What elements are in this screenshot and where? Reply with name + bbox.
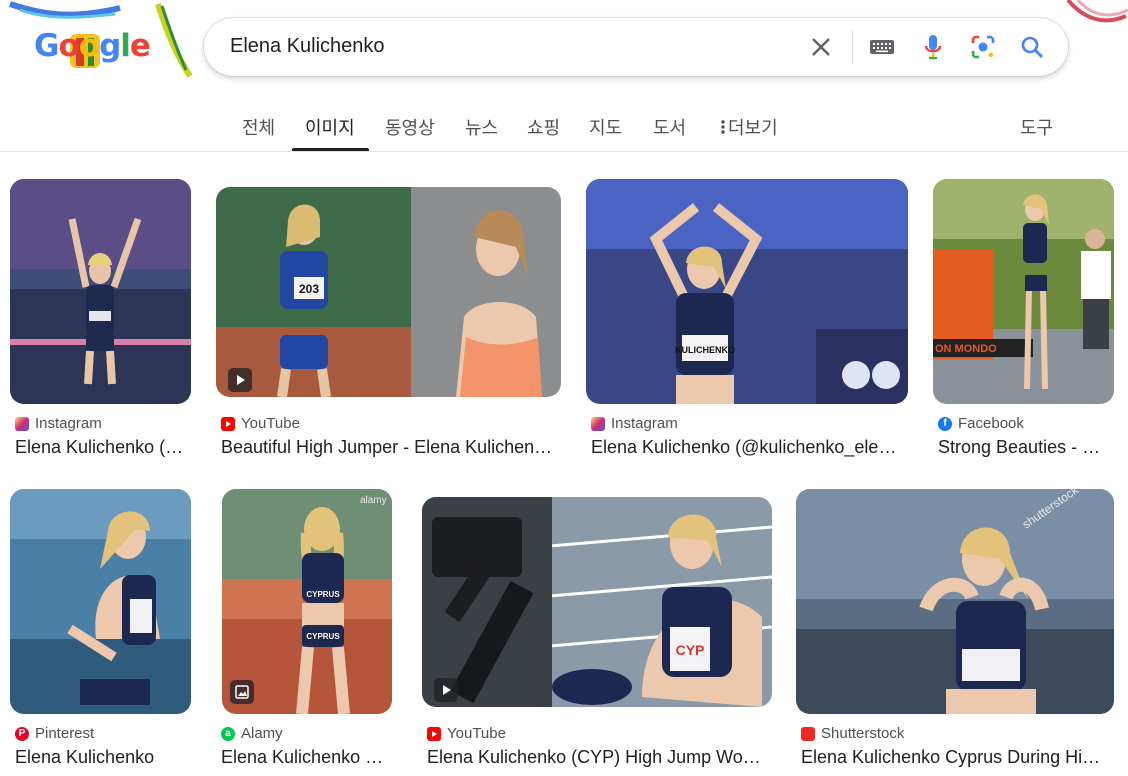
result-source: Instagram [591, 415, 678, 432]
image-result[interactable]: shutterstock Shutterstock Elena Kulichen… [796, 489, 1114, 776]
keyboard-icon[interactable] [867, 32, 897, 62]
result-title[interactable]: Elena Kulichenko [15, 747, 191, 768]
result-thumbnail[interactable]: ON MONDO [933, 179, 1114, 404]
youtube-icon [221, 416, 235, 431]
pinterest-icon: P [15, 726, 29, 741]
logo-letter: o [58, 28, 79, 64]
result-title[interactable]: Elena Kulichenko (CYP) High Jump Wo… [427, 747, 772, 768]
logo-letter: l [120, 28, 131, 64]
logo-letter: e [129, 28, 151, 64]
result-source: Shutterstock [801, 725, 904, 742]
result-thumbnail[interactable]: KULICHENKO [586, 179, 908, 404]
watermark: alamy [360, 495, 387, 506]
result-title[interactable]: Beautiful High Jumper - Elena Kulichen… [221, 437, 561, 458]
tab-videos[interactable]: 동영상 [385, 114, 435, 140]
result-thumbnail[interactable]: CYP [422, 497, 772, 707]
shirt-text: CYPRUS [306, 632, 340, 641]
image-result[interactable]: ON MONDO f Facebook Strong Beauties - … [933, 179, 1114, 461]
play-icon [237, 375, 245, 385]
result-thumbnail[interactable] [10, 179, 191, 404]
shutterstock-icon [801, 726, 815, 741]
search-input[interactable]: Elena Kulichenko [230, 35, 385, 58]
alamy-icon: a [221, 726, 235, 741]
search-icon[interactable] [1017, 32, 1047, 62]
result-source-label: Instagram [35, 415, 102, 432]
result-title[interactable]: Elena Kulichenko Cyprus During Hi… [801, 747, 1114, 768]
play-icon [443, 685, 451, 695]
result-title[interactable]: Strong Beauties - … [938, 437, 1114, 458]
result-thumbnail[interactable]: CYPRUS CYPRUS alamy [222, 489, 392, 714]
result-source-label: YouTube [241, 415, 300, 432]
search-box[interactable]: Elena Kulichenko [204, 18, 1068, 76]
image-result[interactable]: P Pinterest Elena Kulichenko [10, 489, 191, 776]
instagram-icon [591, 416, 605, 431]
result-source-label: Instagram [611, 415, 678, 432]
result-thumbnail[interactable]: 203 [216, 187, 561, 397]
result-source: YouTube [427, 725, 506, 742]
result-thumbnail[interactable] [10, 489, 191, 714]
search-divider [852, 30, 853, 64]
image-badge [230, 680, 254, 704]
result-source-label: Pinterest [35, 725, 95, 742]
tab-images[interactable]: 이미지 [305, 114, 355, 140]
bib-number: 203 [299, 282, 319, 296]
result-source: Instagram [15, 415, 102, 432]
result-title[interactable]: Elena Kulichenko (… [15, 437, 191, 458]
google-images-page: Google Elena Kulichenko 전체 이미지 동영상 뉴스 쇼핑… [0, 0, 1128, 776]
result-source: YouTube [221, 415, 300, 432]
image-result[interactable]: 203 YouTube Beautiful High Jumper - Elen… [216, 179, 561, 461]
tab-shopping[interactable]: 쇼핑 [527, 114, 560, 140]
result-source: a Alamy [221, 725, 283, 742]
facebook-icon: f [938, 416, 952, 431]
google-logo[interactable]: Google [34, 28, 151, 64]
video-badge [434, 678, 458, 702]
bib-text: KULICHENKO [675, 345, 735, 355]
image-result[interactable]: KULICHENKO Instagram Elena Kulichenko (@… [586, 179, 908, 461]
logo-letter: G [34, 28, 59, 64]
image-result[interactable]: CYPRUS CYPRUS alamy a Alamy Elena Kulich… [216, 489, 398, 776]
instagram-icon [15, 416, 29, 431]
image-result[interactable]: CYP YouTube Elena Kulichenko (CYP) High … [422, 489, 772, 776]
ad-banner-text: ON MONDO [935, 343, 997, 355]
result-title[interactable]: Elena Kulichenko (@kulichenko_ele… [591, 437, 908, 458]
result-source-label: YouTube [447, 725, 506, 742]
youtube-icon [427, 726, 441, 741]
logo-letter: g [99, 28, 121, 64]
header: Google Elena Kulichenko 전체 이미지 동영상 뉴스 쇼핑… [0, 0, 1128, 152]
result-source-label: Facebook [958, 415, 1024, 432]
bib-text: CYP [676, 642, 705, 658]
shirt-text: CYPRUS [306, 590, 340, 599]
result-title[interactable]: Elena Kulichenko … [221, 747, 393, 768]
tab-news[interactable]: 뉴스 [465, 114, 498, 140]
tab-more[interactable]: 더보기 [718, 114, 778, 140]
result-source-label: Shutterstock [821, 725, 905, 742]
tab-all[interactable]: 전체 [242, 114, 275, 140]
clear-icon[interactable] [806, 32, 836, 62]
logo-letter: o [78, 28, 100, 64]
result-source: f Facebook [938, 415, 1024, 432]
result-source-label: Alamy [241, 725, 283, 742]
result-source: P Pinterest [15, 725, 94, 742]
video-badge [228, 368, 252, 392]
image-result[interactable]: Instagram Elena Kulichenko (… [10, 179, 191, 461]
tab-books[interactable]: 도서 [653, 114, 686, 140]
image-icon [235, 685, 249, 699]
microphone-icon[interactable] [918, 32, 948, 62]
more-vert-icon [721, 120, 725, 134]
active-tab-indicator [292, 148, 369, 151]
tools-button[interactable]: 도구 [1020, 114, 1053, 140]
result-thumbnail[interactable]: shutterstock [796, 489, 1114, 714]
tab-maps[interactable]: 지도 [589, 114, 622, 140]
lens-icon[interactable] [968, 32, 998, 62]
tab-more-label: 더보기 [728, 118, 778, 138]
